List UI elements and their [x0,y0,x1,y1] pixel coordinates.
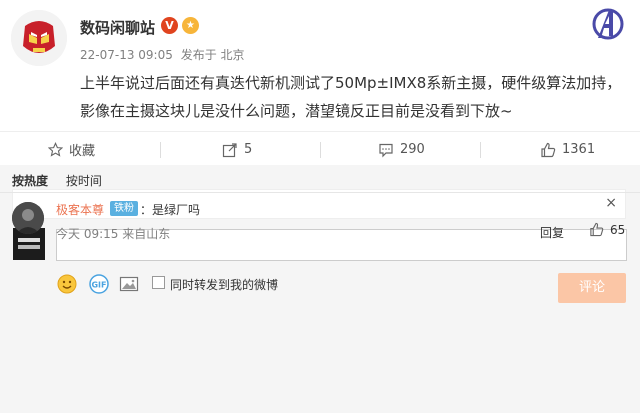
favorite-label: 收藏 [69,144,96,159]
fan-badge: 铁粉 [110,201,138,216]
comment-button[interactable]: 290 [378,132,425,167]
like-button[interactable]: 1361 [540,132,595,167]
commenter-avatar[interactable] [12,202,44,234]
sort-tabs: 按热度 按时间 [12,172,102,189]
emoji-icon[interactable] [56,273,78,295]
like-count: 1361 [562,142,596,157]
post-source: 发布于 北京 [180,48,245,62]
tab-sort-hot[interactable]: 按热度 [12,174,48,188]
image-icon[interactable] [118,273,140,295]
avengers-logo-icon [590,6,626,42]
tab-sort-time[interactable]: 按时间 [66,174,102,188]
repost-button[interactable]: 5 [222,132,252,167]
comment-icon [379,143,393,157]
medal-icon: ★ [182,17,199,34]
share-checkbox[interactable] [152,276,165,289]
svg-text:GIF: GIF [91,281,106,290]
post-meta: 22-07-13 09:05 发布于 北京 [80,46,249,63]
gif-icon[interactable]: GIF [88,273,110,295]
notice-banner: × [12,189,626,219]
comment-like-count: 65 [610,222,626,237]
favorite-button[interactable]: 收藏 [48,132,95,167]
author-avatar[interactable] [11,10,67,66]
comment-like-button[interactable]: 65 [589,222,625,237]
repost-icon [222,142,237,157]
comment-text: ：是绿厂吗 [140,203,201,217]
close-icon[interactable]: × [605,195,617,211]
divider [160,142,161,158]
verified-badge: V [161,17,178,34]
author-name[interactable]: 数码闲聊站 [80,17,155,38]
commenter-name[interactable]: 极客本尊 [56,201,104,218]
divider [320,142,321,158]
divider [480,142,481,158]
thumbs-up-icon [590,222,604,237]
reply-button[interactable]: 回复 [540,224,564,241]
star-icon [48,142,63,157]
action-bar: 收藏 5 290 1361 [0,131,640,166]
post-timestamp: 22-07-13 09:05 [80,48,173,62]
repost-count: 5 [244,142,253,157]
comment-time: 今天 09:15 来自山东 [56,227,171,241]
share-label: 同时转发到我的微博 [170,278,279,292]
submit-comment-button[interactable]: 评论 [558,273,626,303]
thumbs-up-icon [541,142,556,157]
divider [0,192,640,193]
post-text: 上半年说过后面还有真迭代新机测试了50Mp±IMX8系新主摄，硬件级算法加持，影… [80,74,622,120]
comment-count: 290 [400,142,425,157]
